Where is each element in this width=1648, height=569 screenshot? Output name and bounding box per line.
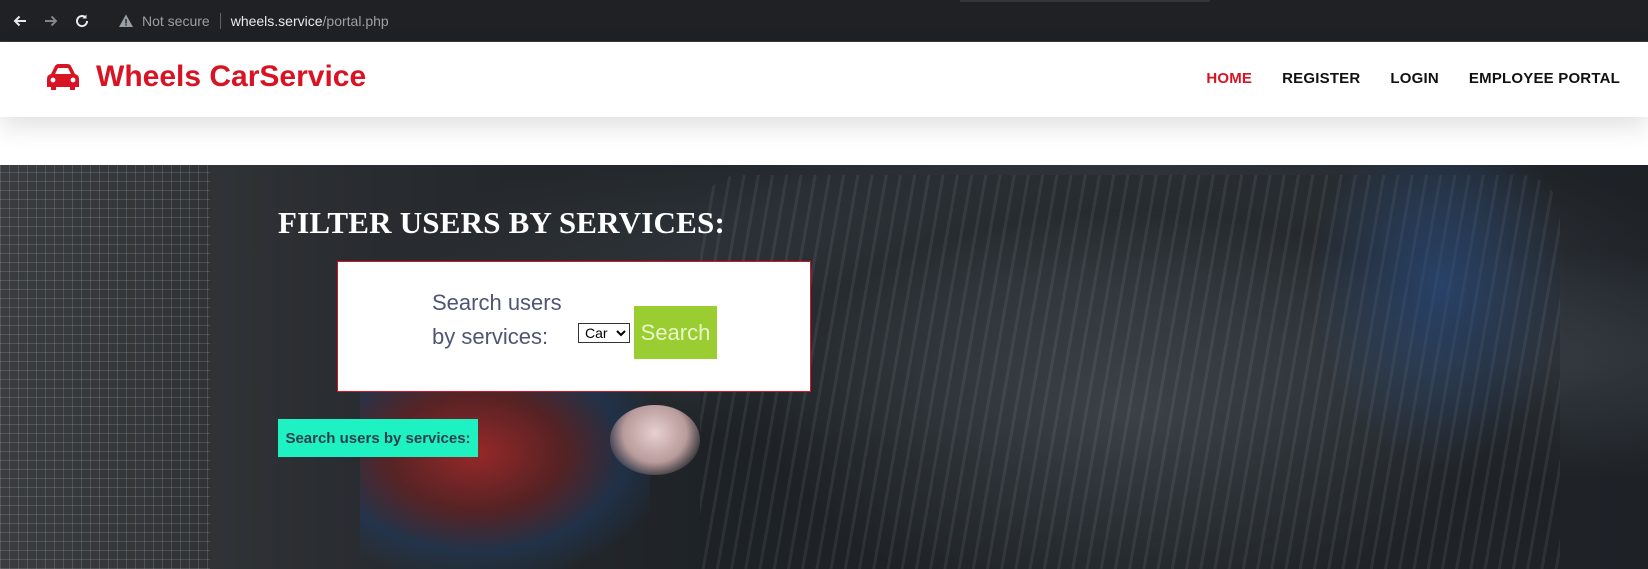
hero-background-worker bbox=[360, 375, 650, 569]
nav-register[interactable]: REGISTER bbox=[1282, 70, 1360, 87]
nav-employee-portal[interactable]: EMPLOYEE PORTAL bbox=[1469, 70, 1620, 87]
active-tab-indicator bbox=[960, 0, 1210, 2]
search-button[interactable]: Search bbox=[634, 306, 717, 359]
browser-toolbar: Not secure wheels.service/portal.php bbox=[0, 0, 1648, 42]
forward-icon[interactable] bbox=[38, 8, 64, 34]
hero-background-grille bbox=[0, 165, 210, 569]
nav-login[interactable]: LOGIN bbox=[1390, 70, 1439, 87]
service-select[interactable]: Car bbox=[578, 323, 630, 343]
site-navbar: Wheels CarService HOME REGISTER LOGIN EM… bbox=[0, 42, 1648, 117]
back-icon[interactable] bbox=[7, 8, 33, 34]
url-path: /portal.php bbox=[322, 13, 389, 29]
hero-section: FILTER USERS BY SERVICES: Search users b… bbox=[0, 165, 1648, 569]
filter-heading: FILTER USERS BY SERVICES: bbox=[278, 205, 725, 240]
search-users-button[interactable]: Search users by services: bbox=[278, 419, 478, 457]
reload-icon[interactable] bbox=[69, 8, 95, 34]
main-nav: HOME REGISTER LOGIN EMPLOYEE PORTAL bbox=[1206, 70, 1620, 87]
brand-link[interactable]: Wheels CarService bbox=[46, 60, 366, 94]
hero-background-cap bbox=[610, 405, 700, 475]
omnibox-divider bbox=[219, 13, 221, 29]
nav-home[interactable]: HOME bbox=[1206, 70, 1252, 87]
security-label: Not secure bbox=[142, 13, 210, 29]
car-icon bbox=[47, 64, 79, 90]
filter-form: Search users by services: Car Search bbox=[337, 261, 811, 392]
brand-name: Wheels CarService bbox=[96, 60, 367, 93]
warning-icon bbox=[119, 14, 133, 27]
url-host: wheels.service bbox=[230, 13, 323, 29]
address-bar[interactable]: Not secure wheels.service/portal.php bbox=[108, 6, 968, 36]
filter-label: Search users by services: bbox=[432, 290, 562, 349]
hero-background-worker-legs bbox=[1310, 165, 1570, 465]
